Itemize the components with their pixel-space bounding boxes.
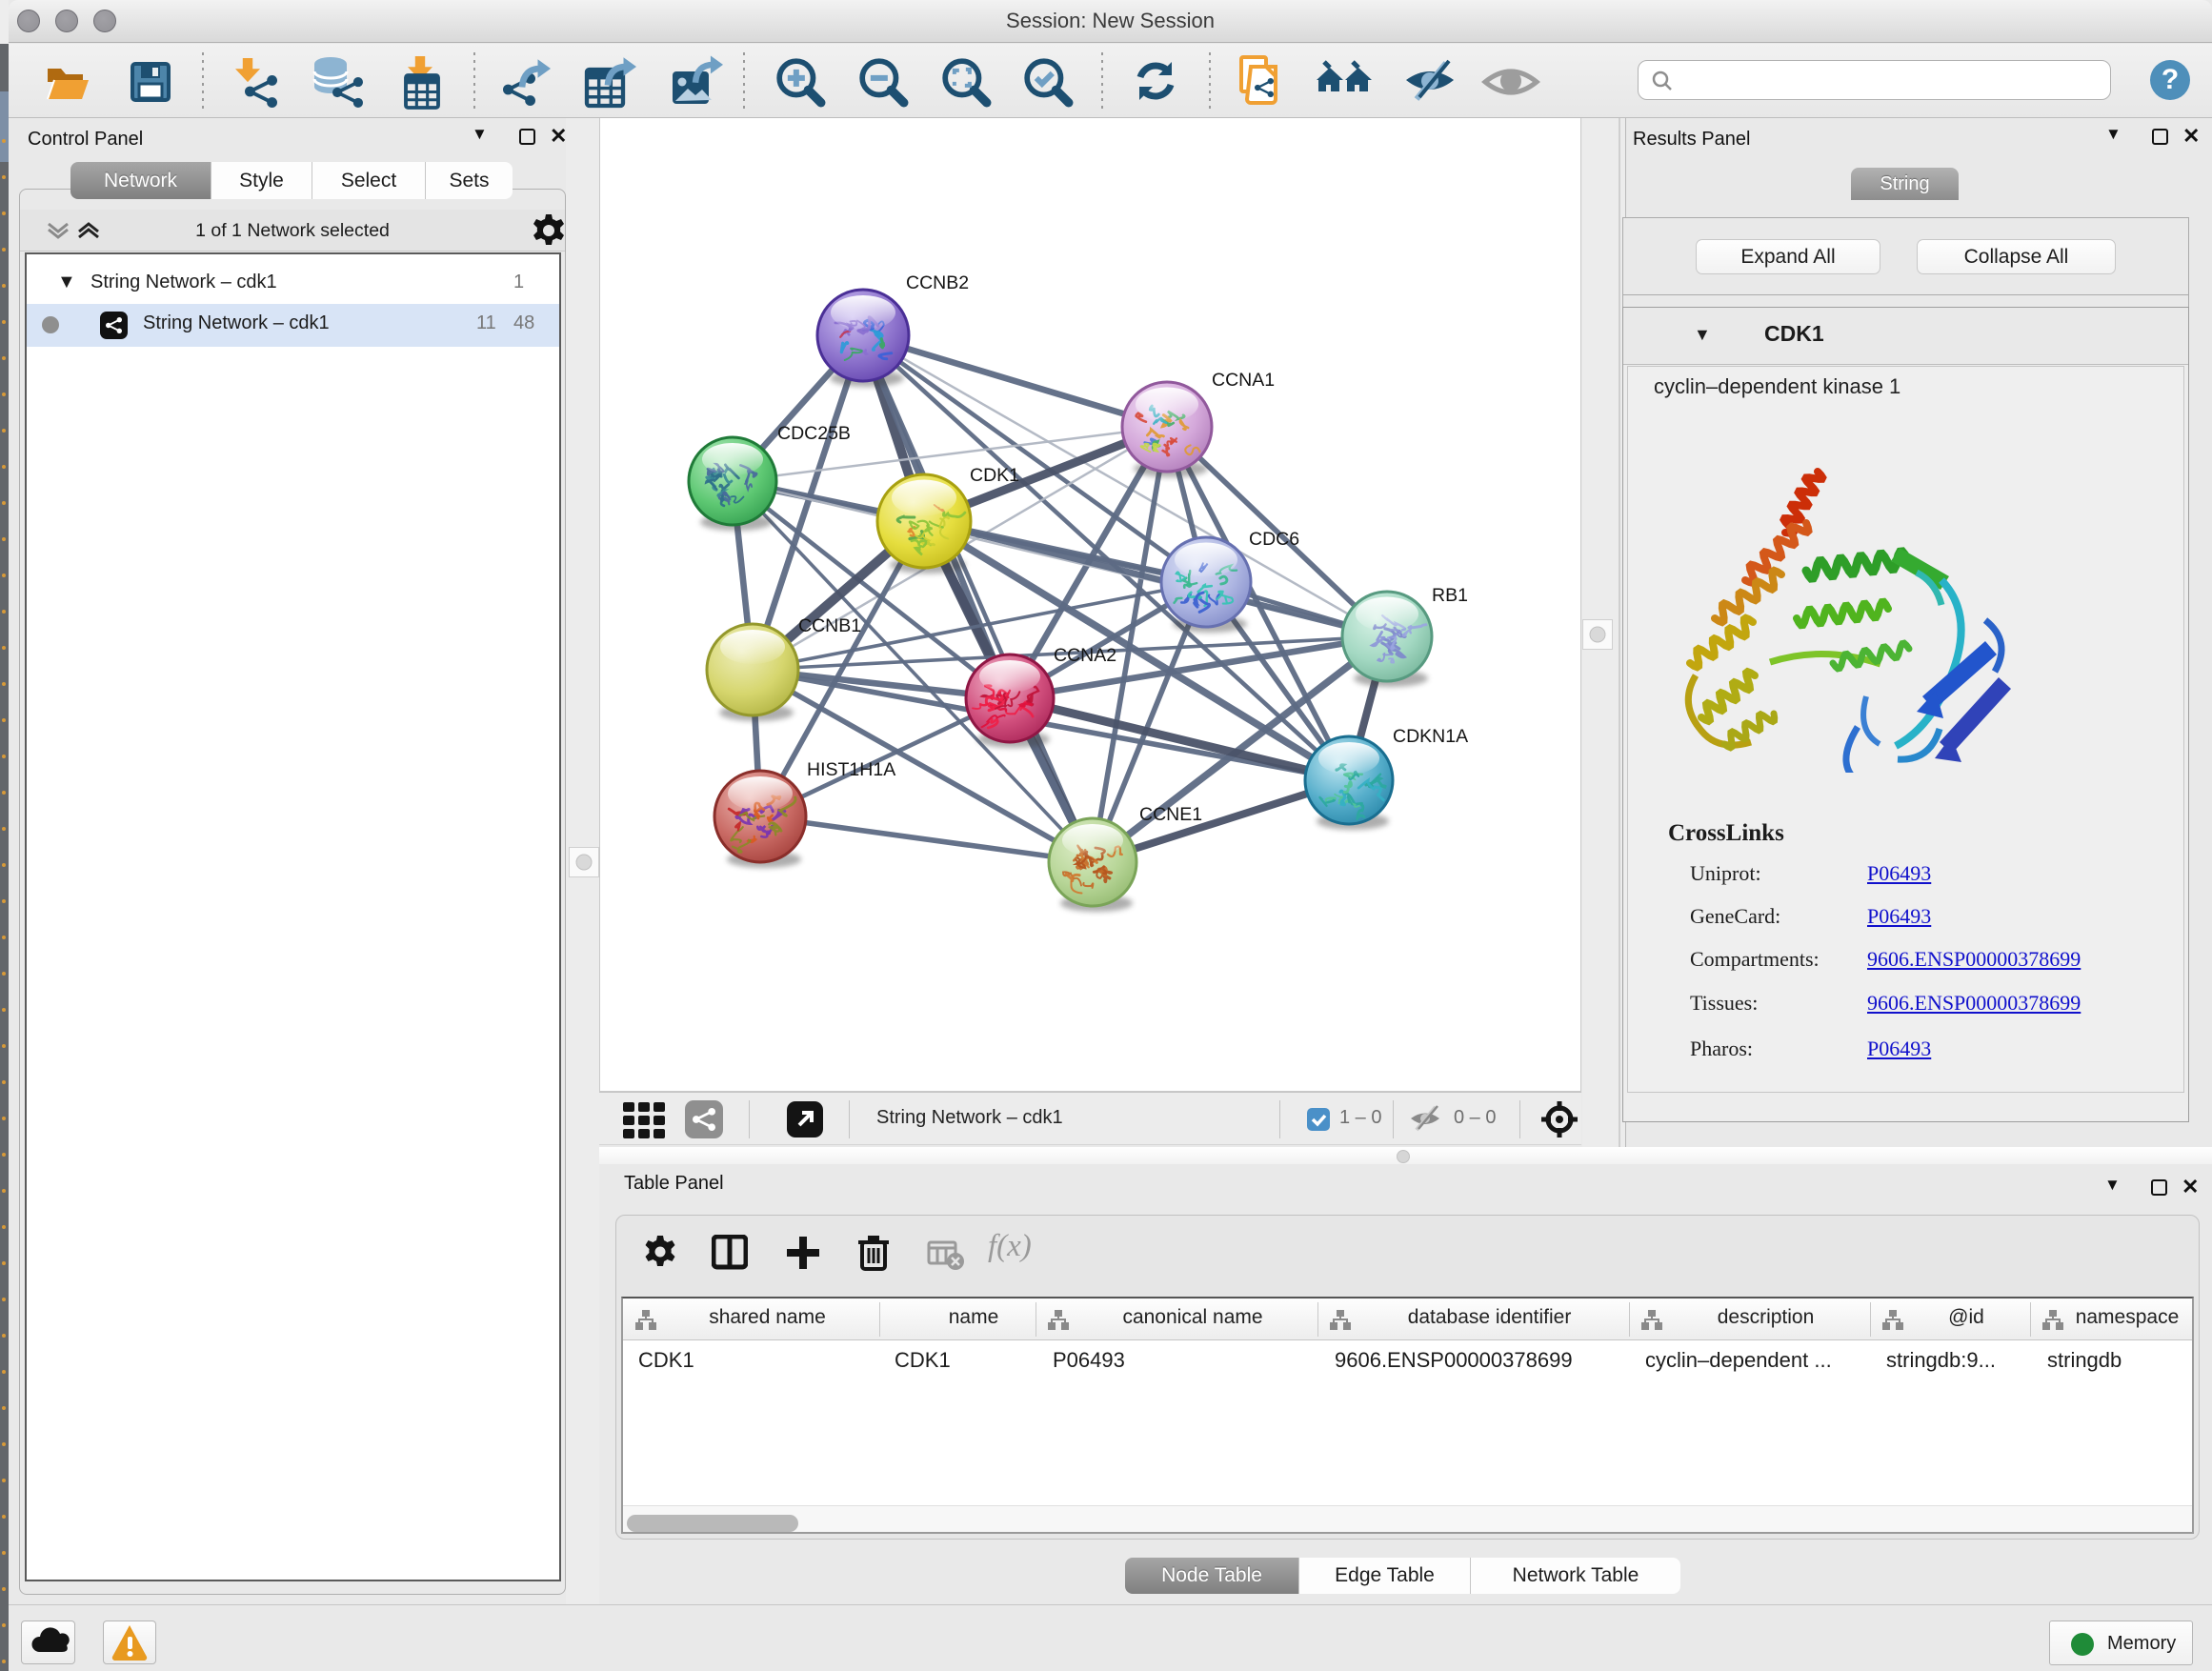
svg-text:CCNA1: CCNA1 xyxy=(1212,370,1275,391)
svg-text:CDK1: CDK1 xyxy=(970,465,1019,486)
svg-text:CDC25B: CDC25B xyxy=(777,423,851,444)
svg-text:CCNE1: CCNE1 xyxy=(1139,804,1202,825)
svg-text:HIST1H1A: HIST1H1A xyxy=(807,759,895,780)
svg-text:CCNB2: CCNB2 xyxy=(906,272,969,293)
svg-text:CDC6: CDC6 xyxy=(1249,529,1299,550)
svg-text:CDKN1A: CDKN1A xyxy=(1393,726,1468,747)
svg-text:CCNB1: CCNB1 xyxy=(798,615,861,636)
svg-text:RB1: RB1 xyxy=(1432,585,1468,606)
svg-text:CCNA2: CCNA2 xyxy=(1054,645,1116,666)
